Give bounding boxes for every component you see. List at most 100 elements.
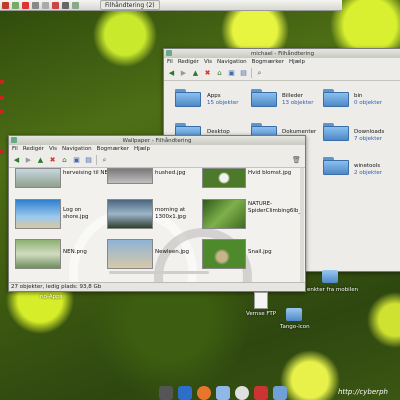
item-count: 2 objekter — [354, 170, 383, 176]
back-arrow-icon[interactable]: ◀ — [167, 69, 176, 78]
thumb-label[interactable]: Snail.jpg — [248, 249, 272, 256]
item-name[interactable]: Billeder — [282, 93, 303, 99]
launcher-icon-4[interactable] — [42, 1, 49, 9]
menu-hjaelp[interactable]: Hjælp — [289, 59, 305, 65]
thumbnail-image[interactable] — [15, 199, 61, 229]
view-icon[interactable]: ▤ — [239, 69, 248, 78]
launcher-icon-6[interactable] — [62, 1, 69, 9]
computer-icon[interactable]: ▣ — [227, 69, 236, 78]
forward-arrow-icon[interactable]: ▶ — [24, 156, 33, 165]
folder-icon[interactable] — [175, 89, 201, 107]
item-count: 15 objekter — [207, 100, 239, 106]
app-menu-icon[interactable] — [2, 1, 9, 9]
search-icon[interactable]: ⌕ — [255, 69, 264, 78]
window-title: michael - Filhåndtering — [250, 50, 315, 57]
thumb-label[interactable]: Hvid blomst.jpg — [248, 170, 291, 177]
thumbnail-image[interactable] — [202, 239, 246, 269]
item-count: 0 objekter — [354, 100, 383, 106]
view-icon[interactable]: ▤ — [84, 156, 93, 165]
status-text: 27 objekter, ledig plads: 93,8 Gb — [11, 284, 102, 290]
folder-icon[interactable] — [323, 123, 349, 141]
horizontal-scrollbar[interactable] — [109, 271, 209, 274]
desktop-icon-label[interactable]: Vernse FTP — [246, 311, 276, 317]
desktop-icon-label[interactable]: enkter fra mobilen — [307, 287, 358, 293]
forward-arrow-icon[interactable]: ▶ — [179, 69, 188, 78]
folder-icon[interactable] — [286, 308, 302, 321]
thumbnail-image[interactable] — [107, 168, 153, 184]
folder-icon[interactable] — [251, 89, 277, 107]
taskbar-item-label: Filhåndtering (2) — [105, 1, 155, 9]
thumbnail-image[interactable] — [15, 239, 61, 269]
settings-icon[interactable] — [234, 386, 249, 400]
menu-vis[interactable]: Vis — [49, 146, 57, 152]
thumbnail-view: herveising til NEN.png hushed.jpg Hvid b… — [9, 168, 305, 283]
menu-rediger[interactable]: Redigér — [23, 146, 44, 152]
thumbnail-image[interactable] — [107, 199, 153, 229]
item-name[interactable]: bin — [354, 93, 363, 99]
item-name[interactable]: Downloads — [354, 129, 384, 135]
window-titlebar[interactable]: Wallpaper - Filhåndtering — [9, 136, 305, 145]
folder-icon[interactable] — [323, 157, 349, 175]
up-arrow-icon[interactable]: ▲ — [191, 69, 200, 78]
search-icon[interactable]: ⌕ — [100, 156, 109, 165]
launcher-icon[interactable] — [12, 1, 19, 9]
network-icon[interactable] — [177, 386, 192, 400]
mail-icon[interactable] — [215, 386, 230, 400]
home-icon[interactable] — [253, 386, 268, 400]
computer-icon[interactable]: ▣ — [72, 156, 81, 165]
launcher-icon-5[interactable] — [52, 1, 59, 9]
home-icon[interactable]: ⌂ — [60, 156, 69, 165]
launcher-icon-3[interactable] — [32, 1, 39, 9]
thumbnail-image[interactable] — [202, 168, 246, 188]
folder-icon[interactable] — [322, 270, 338, 283]
toolbar: ◀ ▶ ▲ ✖ ⌂ ▣ ▤ ⌕ — [164, 66, 400, 81]
dock — [145, 381, 300, 400]
stop-icon[interactable]: ✖ — [48, 156, 57, 165]
firefox-icon[interactable] — [196, 386, 211, 400]
watermark-text: http://cyberph — [338, 388, 388, 396]
back-arrow-icon[interactable]: ◀ — [12, 156, 21, 165]
menu-fil[interactable]: Fil — [12, 146, 18, 152]
menu-bogmaerker[interactable]: Bogmærker — [252, 59, 284, 65]
menu-rediger[interactable]: Redigér — [178, 59, 199, 65]
taskbar-item[interactable]: Filhåndtering (2) — [100, 0, 160, 10]
home-icon[interactable]: ⌂ — [215, 69, 224, 78]
thumbnail-image[interactable] — [15, 168, 61, 188]
thumb-label[interactable]: NEN.png — [63, 249, 87, 256]
menubar: Fil Redigér Vis Navigation Bogmærker Hjæ… — [164, 58, 400, 66]
stop-icon[interactable]: ✖ — [203, 69, 212, 78]
thumb-label[interactable]: NATURE-SpiderClimbing6lb_1280x1024.jpg — [248, 201, 305, 215]
menu-navigation[interactable]: Navigation — [217, 59, 247, 65]
item-name[interactable]: Apps — [207, 93, 221, 99]
document-icon[interactable] — [254, 292, 268, 309]
file-manager-window-wallpaper: Wallpaper - Filhåndtering Fil Redigér Vi… — [8, 135, 306, 292]
desktop-icon-label[interactable]: no-Apps — [40, 294, 62, 300]
item-name[interactable]: winetools — [354, 163, 380, 169]
statusbar: 27 objekter, ledig plads: 93,8 Gb — [9, 282, 305, 291]
menu-fil[interactable]: Fil — [167, 59, 173, 65]
toolbar: ◀ ▶ ▲ ✖ ⌂ ▣ ▤ ⌕ 🗑 — [9, 153, 305, 168]
window-titlebar[interactable]: michael - Filhåndtering — [164, 49, 400, 58]
thumb-label[interactable]: morning at 1300x1.jpg — [155, 207, 195, 221]
menu-vis[interactable]: Vis — [204, 59, 212, 65]
window-app-icon — [11, 137, 17, 143]
thumbnail-image[interactable] — [107, 239, 153, 269]
trash-icon[interactable]: 🗑 — [292, 156, 301, 165]
launcher-icon-7[interactable] — [72, 1, 79, 9]
vertical-scrollbar[interactable] — [300, 168, 304, 283]
menu-bogmaerker[interactable]: Bogmærker — [97, 146, 129, 152]
thumb-label[interactable]: Newleen.jpg — [155, 249, 189, 256]
menu-hjaelp[interactable]: Hjælp — [134, 146, 150, 152]
folder-icon[interactable] — [323, 89, 349, 107]
terminal-icon[interactable] — [158, 386, 173, 400]
files-icon[interactable] — [272, 386, 287, 400]
thumb-label[interactable]: hushed.jpg — [155, 170, 185, 177]
launcher-icon-2[interactable] — [22, 1, 29, 9]
thumbnail-image[interactable] — [202, 199, 246, 229]
window-title: Wallpaper - Filhåndtering — [122, 137, 192, 144]
thumb-label[interactable]: Log on shore.jpg — [63, 207, 103, 221]
desktop-icon-label[interactable]: Tango-icon — [280, 324, 310, 330]
top-panel: Filhåndtering (2) — [0, 0, 342, 11]
up-arrow-icon[interactable]: ▲ — [36, 156, 45, 165]
menu-navigation[interactable]: Navigation — [62, 146, 92, 152]
